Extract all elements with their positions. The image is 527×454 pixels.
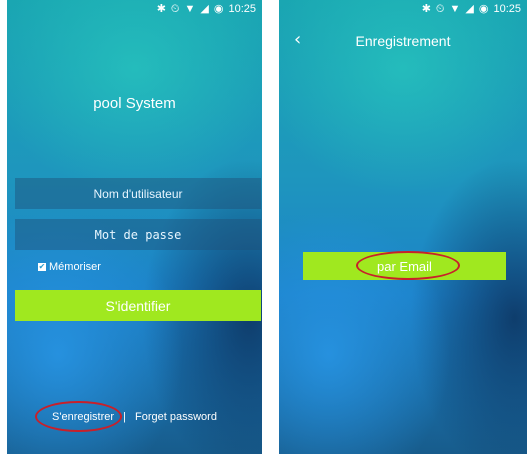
wifi-icon: ▼ xyxy=(449,3,461,15)
status-bar: ✱ ⏲ ▼ ◢ ◉ 10:25 xyxy=(7,0,262,18)
remember-label: Mémoriser xyxy=(49,261,101,273)
register-title: Enregistrement xyxy=(355,33,451,49)
bluetooth-icon: ✱ xyxy=(156,3,166,15)
register-header: ‹ Enregistrement xyxy=(279,30,527,52)
status-time: 10:25 xyxy=(493,3,521,15)
login-button-label: S'identifier xyxy=(105,297,171,314)
alarm-icon: ⏲ xyxy=(435,3,445,15)
battery-icon: ◉ xyxy=(213,3,224,15)
signal-icon: ◢ xyxy=(465,3,474,15)
password-placeholder: Mot de passe xyxy=(94,227,182,242)
login-button[interactable]: S'identifier xyxy=(15,290,261,321)
status-bar: ✱ ⏲ ▼ ◢ ◉ 10:25 xyxy=(279,0,527,18)
status-time: 10:25 xyxy=(228,3,256,15)
login-screen: ✱ ⏲ ▼ ◢ ◉ 10:25 pool System Nom d'utilis… xyxy=(7,0,262,454)
annotation-circle-email xyxy=(356,251,460,280)
app-title: pool System xyxy=(93,95,176,112)
wifi-icon: ▼ xyxy=(184,3,196,15)
username-placeholder: Nom d'utilisateur xyxy=(93,186,183,201)
signal-icon: ◢ xyxy=(200,3,209,15)
annotation-circle-register xyxy=(35,401,122,432)
forgot-password-link[interactable]: Forget password xyxy=(135,411,217,423)
link-separator: | xyxy=(123,411,126,423)
checkbox-checked-icon[interactable]: ✔ xyxy=(38,263,46,271)
remember-checkbox[interactable]: ✔ Mémoriser xyxy=(38,261,101,273)
alarm-icon: ⏲ xyxy=(170,3,180,15)
bluetooth-icon: ✱ xyxy=(421,3,431,15)
register-screen: ✱ ⏲ ▼ ◢ ◉ 10:25 ‹ Enregistrement par Ema… xyxy=(279,0,527,454)
username-field[interactable]: Nom d'utilisateur xyxy=(15,178,261,209)
battery-icon: ◉ xyxy=(478,3,489,15)
password-field[interactable]: Mot de passe xyxy=(15,219,261,250)
